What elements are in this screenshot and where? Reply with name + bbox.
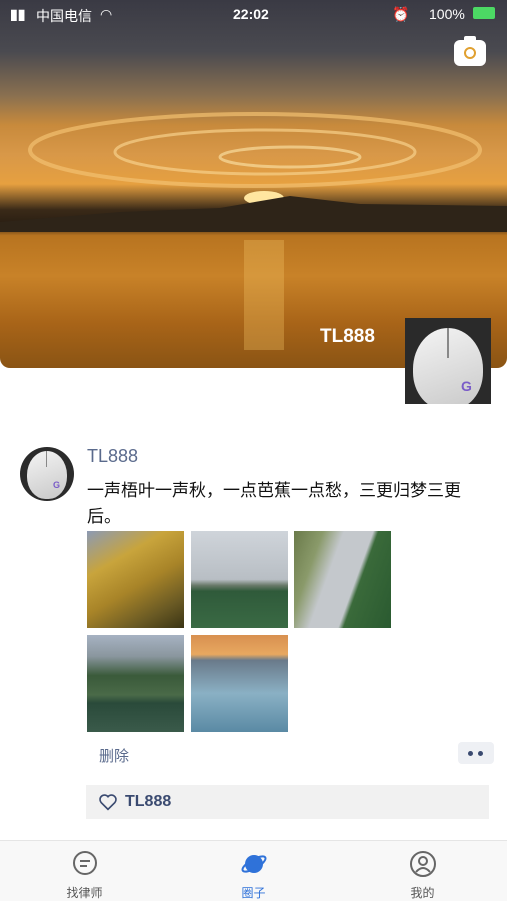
battery-icon (473, 7, 495, 19)
alarm-icon: ⏰ (392, 6, 410, 22)
tab-label: 圈子 (241, 886, 266, 900)
sunset-swirl-illustration (0, 112, 507, 350)
dot-icon (478, 751, 483, 756)
user-icon (410, 851, 436, 877)
post-username[interactable]: TL888 (87, 446, 138, 467)
photo-ginkgo-tree[interactable] (87, 531, 184, 628)
mouse-illustration (27, 451, 67, 499)
tab-bar: 找律师 圈子 我的 (0, 840, 507, 901)
tab-mine[interactable]: 我的 (338, 841, 507, 901)
photo-mountain-lake[interactable] (87, 635, 184, 732)
photo-sunset-horse[interactable] (191, 635, 288, 732)
heart-icon[interactable] (98, 793, 118, 811)
signal-icon: ▮▮ (10, 6, 26, 22)
photo-lotus-pond[interactable] (191, 531, 288, 628)
tab-circle[interactable]: 圈子 (169, 841, 338, 901)
battery-percent: 100% (429, 6, 465, 22)
post-text: 一声梧叶一声秋，一点芭蕉一点愁，三更归梦三更后。 (87, 481, 461, 526)
more-button[interactable] (458, 742, 494, 764)
planet-icon (241, 855, 267, 873)
clock: 22:02 (233, 6, 269, 22)
logo-icon: G (461, 378, 472, 394)
tab-label: 我的 (410, 886, 435, 900)
delete-button[interactable]: 删除 (99, 745, 129, 766)
tab-find-lawyer[interactable]: 找律师 (0, 841, 169, 901)
post-avatar[interactable]: G (20, 447, 74, 501)
camera-icon[interactable] (454, 36, 486, 66)
likes-names[interactable]: TL888 (125, 793, 171, 811)
likes-bar: TL888 (86, 785, 489, 819)
profile-name: TL888 (320, 326, 375, 347)
profile-avatar[interactable]: G (405, 318, 491, 404)
status-bar: ▮▮ 中国电信 ◠ 22:02 ⏰ 100% (0, 0, 507, 28)
cover-image[interactable]: ▮▮ 中国电信 ◠ 22:02 ⏰ 100% TL888 (0, 0, 507, 368)
dot-icon (468, 751, 473, 756)
tab-label: 找律师 (66, 886, 103, 900)
logo-icon: G (53, 480, 61, 490)
chat-bubble-icon (73, 851, 97, 875)
photo-willow-pond[interactable] (294, 531, 391, 628)
carrier-label: 中国电信 (36, 8, 92, 24)
wifi-icon: ◠ (100, 6, 113, 22)
